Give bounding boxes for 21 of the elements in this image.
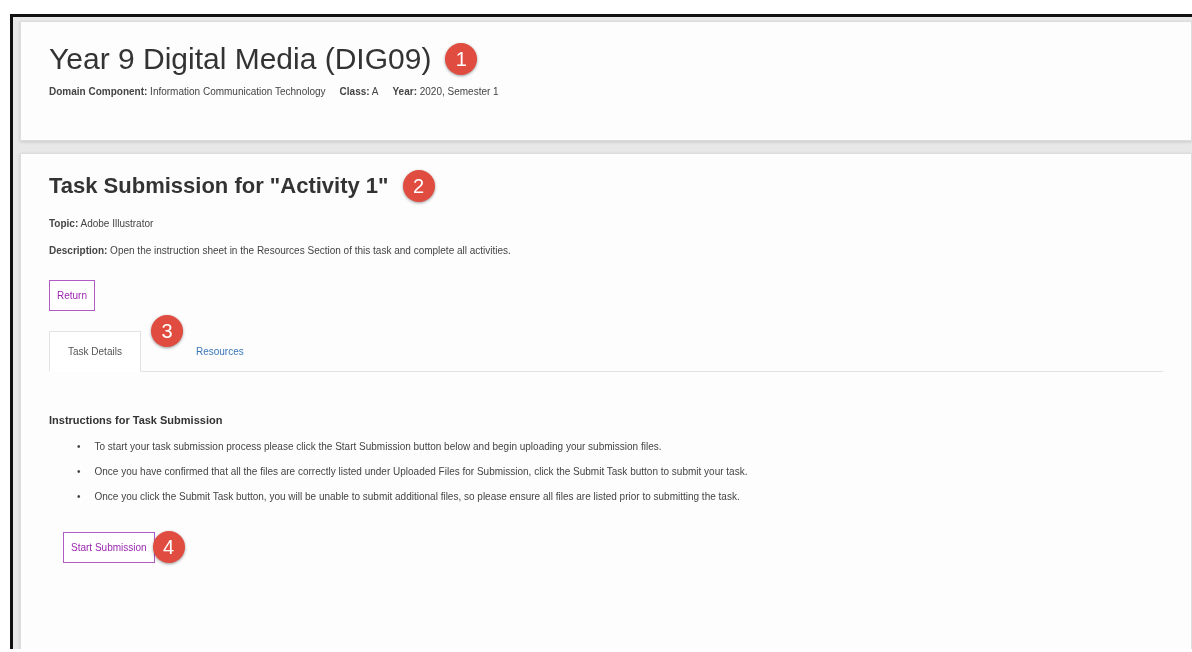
return-button[interactable]: Return: [49, 280, 95, 311]
instruction-item: Once you click the Submit Task button, you will be unable to submit additional files, so please ensure all files are listed prior to submitting the task.: [94, 490, 740, 504]
bullet: •: [77, 465, 81, 479]
course-meta: Domain Component: Information Communication Technology: [49, 86, 326, 97]
course-meta: Class: A: [339, 86, 379, 97]
task-description: Description: Open the instruction sheet in the Resources Section of this task and complete all activities.: [49, 245, 512, 256]
task-title: Task Submission for "Activity 1": [49, 173, 389, 199]
bullet: •: [77, 440, 81, 454]
course-meta: Year: 2020, Semester 1: [392, 86, 499, 97]
start-submission-button[interactable]: Start Submission: [63, 531, 155, 563]
step-marker: 2: [402, 170, 435, 202]
step-marker: 4: [152, 531, 185, 563]
course-title: Year 9 Digital Media (DIG09): [49, 42, 432, 76]
step-marker: 3: [151, 315, 183, 347]
task-topic: Topic: Adobe Illustrator: [49, 218, 155, 229]
instruction-item: Once you have confirmed that all the files are correctly listed under Uploaded Files for Submission, click the Submit Task button to submit your task.: [94, 465, 748, 479]
instruction-item: To start your task submission process please click the Start Submission button below and begin uploading your submission files.: [94, 440, 662, 454]
step-marker: 1: [445, 43, 478, 75]
tab[interactable]: Task Details: [49, 331, 141, 372]
instructions-heading: Instructions for Task Submission: [49, 414, 224, 426]
bullet: •: [77, 490, 81, 504]
